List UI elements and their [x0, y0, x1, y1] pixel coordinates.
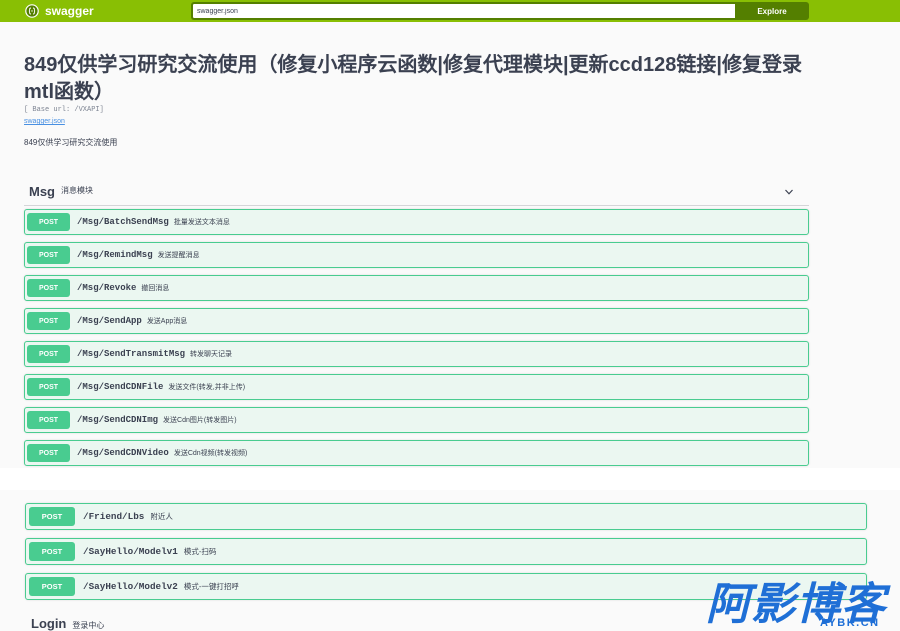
operation-path: /Msg/SendCDNImg: [77, 415, 159, 425]
operation-path: /Msg/Revoke: [77, 283, 137, 293]
tag-header-msg[interactable]: Msg 消息模块: [24, 177, 809, 206]
operation-path: /Msg/SendCDNFile: [77, 382, 164, 392]
post-method-badge: POST: [27, 411, 70, 429]
logo-text: swagger: [45, 4, 94, 18]
api-description: 849仅供学习研究交流使用: [24, 138, 118, 147]
operation-summary: 模式-扫码: [183, 547, 217, 556]
operation-row[interactable]: POST /Msg/RemindMsg 发送提醒消息: [24, 242, 809, 268]
post-method-badge: POST: [27, 279, 70, 297]
page-title: 849仅供学习研究交流使用（修复小程序云函数|修复代理模块|更新ccd128链接…: [24, 54, 802, 103]
operation-path: /Msg/SendCDNVideo: [77, 448, 169, 458]
operation-path: /Msg/SendTransmitMsg: [77, 349, 186, 359]
post-method-badge: POST: [29, 542, 75, 561]
operation-summary: 发送提醒消息: [157, 252, 200, 259]
tag-description: 登录中心: [72, 621, 105, 630]
operation-row[interactable]: POST /SayHello/Modelv2 模式-一键打招呼: [25, 573, 867, 600]
operation-summary: 撤回消息: [141, 285, 170, 292]
post-method-badge: POST: [29, 577, 75, 596]
top-bar: swagger Explore: [0, 0, 900, 22]
operation-row[interactable]: POST /Friend/Lbs 附近人: [25, 503, 867, 530]
operation-path: /Friend/Lbs: [83, 511, 145, 522]
operation-row[interactable]: POST /Msg/Revoke 撤回消息: [24, 275, 809, 301]
operation-row[interactable]: POST /Msg/SendTransmitMsg 转发聊天记录: [24, 341, 809, 367]
operation-row[interactable]: POST /Msg/BatchSendMsg 批量发送文本消息: [24, 209, 809, 235]
operation-row[interactable]: POST /Msg/SendCDNImg 发送Cdn图片(转发图片): [24, 407, 809, 433]
post-method-badge: POST: [27, 378, 70, 396]
operation-row[interactable]: POST /Msg/SendCDNFile 发送文件(转发,并非上传): [24, 374, 809, 400]
spec-url-input[interactable]: [191, 2, 735, 20]
operation-summary: 发送App消息: [146, 318, 188, 325]
post-method-badge: POST: [27, 345, 70, 363]
operation-summary: 模式-一键打招呼: [183, 582, 239, 591]
post-method-badge: POST: [27, 213, 70, 231]
operation-path: /Msg/BatchSendMsg: [77, 217, 169, 227]
operation-path: /SayHello/Modelv1: [83, 546, 178, 557]
operation-summary: 发送文件(转发,并非上传): [168, 384, 246, 391]
operations-list: POST /Msg/BatchSendMsg 批量发送文本消息 POST /Ms…: [24, 209, 809, 466]
operation-summary: 转发聊天记录: [190, 351, 233, 358]
post-method-badge: POST: [29, 507, 75, 526]
lower-panel: POST /Friend/Lbs 附近人 POST /SayHello/Mode…: [0, 490, 900, 631]
operation-summary: 批量发送文本消息: [173, 219, 230, 226]
operation-path: /SayHello/Modelv2: [83, 581, 178, 592]
main-panel: 849仅供学习研究交流使用（修复小程序云函数|修复代理模块|更新ccd128链接…: [0, 22, 900, 468]
tag-name: Login: [31, 616, 67, 631]
tag-description: 消息模块: [61, 186, 93, 195]
operation-row[interactable]: POST /Msg/SendApp 发送App消息: [24, 308, 809, 334]
operation-path: /Msg/SendApp: [77, 316, 142, 326]
tag-name: Msg: [29, 183, 55, 199]
operation-summary: 发送Cdn图片(转发图片): [163, 417, 237, 424]
spec-link[interactable]: swagger.json: [24, 117, 65, 126]
operations-list: POST /Friend/Lbs 附近人 POST /SayHello/Mode…: [25, 503, 867, 600]
operation-row[interactable]: POST /Msg/SendCDNVideo 发送Cdn视频(转发视频): [24, 440, 809, 466]
post-method-badge: POST: [27, 312, 70, 330]
base-url: [ Base url: /VXAPI]: [24, 106, 104, 114]
operation-summary: 发送Cdn视频(转发视频): [173, 450, 248, 457]
tag-header-login[interactable]: Login 登录中心: [31, 617, 104, 631]
chevron-down-icon[interactable]: [784, 187, 794, 197]
section-divider: [0, 468, 900, 490]
swagger-logo[interactable]: swagger: [25, 0, 94, 22]
post-method-badge: POST: [27, 444, 70, 462]
post-method-badge: POST: [27, 246, 70, 264]
operation-row[interactable]: POST /SayHello/Modelv1 模式-扫码: [25, 538, 867, 565]
explore-button[interactable]: Explore: [735, 2, 809, 20]
swagger-logo-icon: [25, 4, 39, 18]
operation-summary: 附近人: [150, 512, 173, 521]
operation-path: /Msg/RemindMsg: [77, 250, 153, 260]
